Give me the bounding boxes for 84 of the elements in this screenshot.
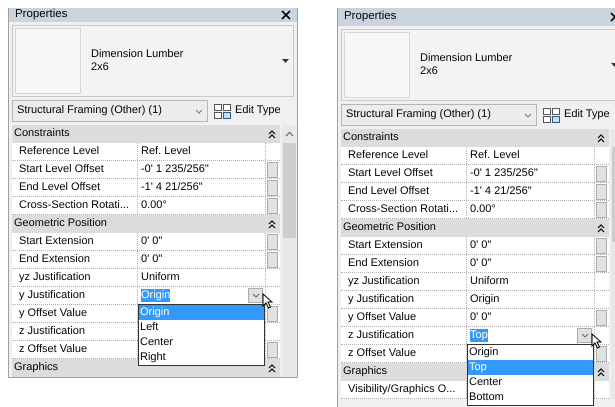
property-value: 0' 0" (470, 238, 492, 252)
dropdown-button[interactable] (577, 328, 592, 343)
type-size: 2x6 (91, 61, 110, 74)
dropdown-option[interactable]: Right (139, 350, 264, 365)
edit-type-button[interactable]: Edit Type (541, 108, 612, 122)
group-header: Geometric Position (14, 217, 107, 231)
property-value: Uniform (470, 274, 509, 288)
property-label: Start Level Offset (341, 165, 467, 182)
property-value: Origin (470, 292, 500, 306)
property-value: Ref. Level (141, 144, 191, 158)
property-label: y Offset Value (12, 305, 138, 322)
type-preview (15, 28, 81, 94)
table-icon (214, 104, 231, 118)
property-label: Cross-Section Rotati... (12, 197, 138, 214)
chevron-icon (195, 108, 203, 114)
property-label: yz Justification (12, 269, 138, 286)
property-label: z Justification (12, 323, 138, 340)
group-header: Graphics (343, 365, 388, 379)
property-value: 0.00° (470, 202, 496, 216)
property-value: 0.00° (141, 198, 167, 212)
property-value: -0' 1 235/256" (141, 162, 209, 176)
type-size: 2x6 (420, 65, 439, 78)
panel-title: Properties (344, 10, 396, 24)
panel-title: Properties (15, 8, 68, 22)
property-label: z Justification (341, 327, 467, 344)
property-label: Start Extension (341, 237, 467, 254)
collapse-icon[interactable] (597, 367, 605, 377)
property-label: Start Extension (12, 233, 138, 250)
property-value: 0' 0" (141, 234, 162, 248)
property-value: -0' 1 235/256" (470, 166, 538, 180)
dropdown-option[interactable]: Bottom (468, 390, 593, 405)
category-label: Structural Framing (Other) (1) (346, 108, 491, 122)
property-value: 0' 0" (470, 256, 492, 270)
property-value: Ref. Level (470, 148, 520, 162)
property-label: End Extension (12, 251, 138, 268)
chevron-icon (524, 112, 532, 118)
category-dropdown[interactable]: Structural Framing (Other) (1) (341, 104, 537, 126)
group-header: Geometric Position (343, 221, 436, 235)
scroll-thumb[interactable] (283, 143, 296, 238)
property-label: Cross-Section Rotati... (341, 201, 467, 218)
type-preview (344, 32, 410, 98)
property-label: yz Justification (341, 273, 467, 290)
property-label: Reference Level (12, 143, 138, 160)
property-label: Reference Level (341, 147, 467, 164)
property-label: z Offset Value (341, 345, 467, 362)
property-label: End Extension (341, 255, 467, 272)
chevron-icon (252, 293, 260, 298)
table-icon (543, 108, 560, 122)
type-name: Dimension Lumber (91, 48, 184, 61)
property-label: Visibility/Graphics O... (341, 381, 467, 398)
dropdown-button[interactable] (248, 288, 263, 303)
dropdown-option[interactable]: Left (139, 320, 264, 335)
category-dropdown[interactable]: Structural Framing (Other) (1) (12, 100, 208, 122)
property-label: y Justification (12, 287, 138, 304)
type-name: Dimension Lumber (420, 52, 514, 65)
property-label: Start Level Offset (12, 161, 138, 178)
property-label: y Offset Value (341, 309, 467, 326)
group-header: Constraints (14, 127, 70, 141)
collapse-icon[interactable] (268, 219, 276, 229)
scroll-up-icon[interactable] (285, 131, 294, 137)
collapse-icon[interactable] (597, 223, 605, 233)
dropdown-option[interactable]: Center (468, 375, 593, 390)
property-label: y Justification (341, 291, 467, 308)
caret-icon (282, 59, 289, 63)
property-value: 0' 0" (141, 252, 162, 266)
property-label: End Level Offset (341, 183, 467, 200)
category-label: Structural Framing (Other) (1) (17, 104, 162, 118)
collapse-icon[interactable] (597, 133, 605, 143)
property-label: z Offset Value (12, 341, 138, 358)
edit-type-button[interactable]: Edit Type (212, 104, 283, 118)
dropdown-option[interactable]: Origin (468, 345, 593, 360)
type-selector[interactable]: Dimension Lumber 2x6 (12, 25, 294, 97)
property-value: -1' 4 21/256" (141, 180, 203, 194)
dropdown-option[interactable]: Center (139, 335, 264, 350)
collapse-icon[interactable] (268, 363, 276, 373)
property-value: -1' 4 21/256" (470, 184, 532, 198)
property-value: 0' 0" (470, 310, 492, 324)
type-selector[interactable]: Dimension Lumber 2x6 (341, 29, 615, 101)
collapse-icon[interactable] (268, 129, 276, 139)
chevron-icon (580, 333, 588, 338)
group-header: Graphics (14, 361, 58, 375)
property-label: End Level Offset (12, 179, 138, 196)
property-value: Uniform (141, 270, 180, 284)
group-header: Constraints (343, 131, 399, 145)
